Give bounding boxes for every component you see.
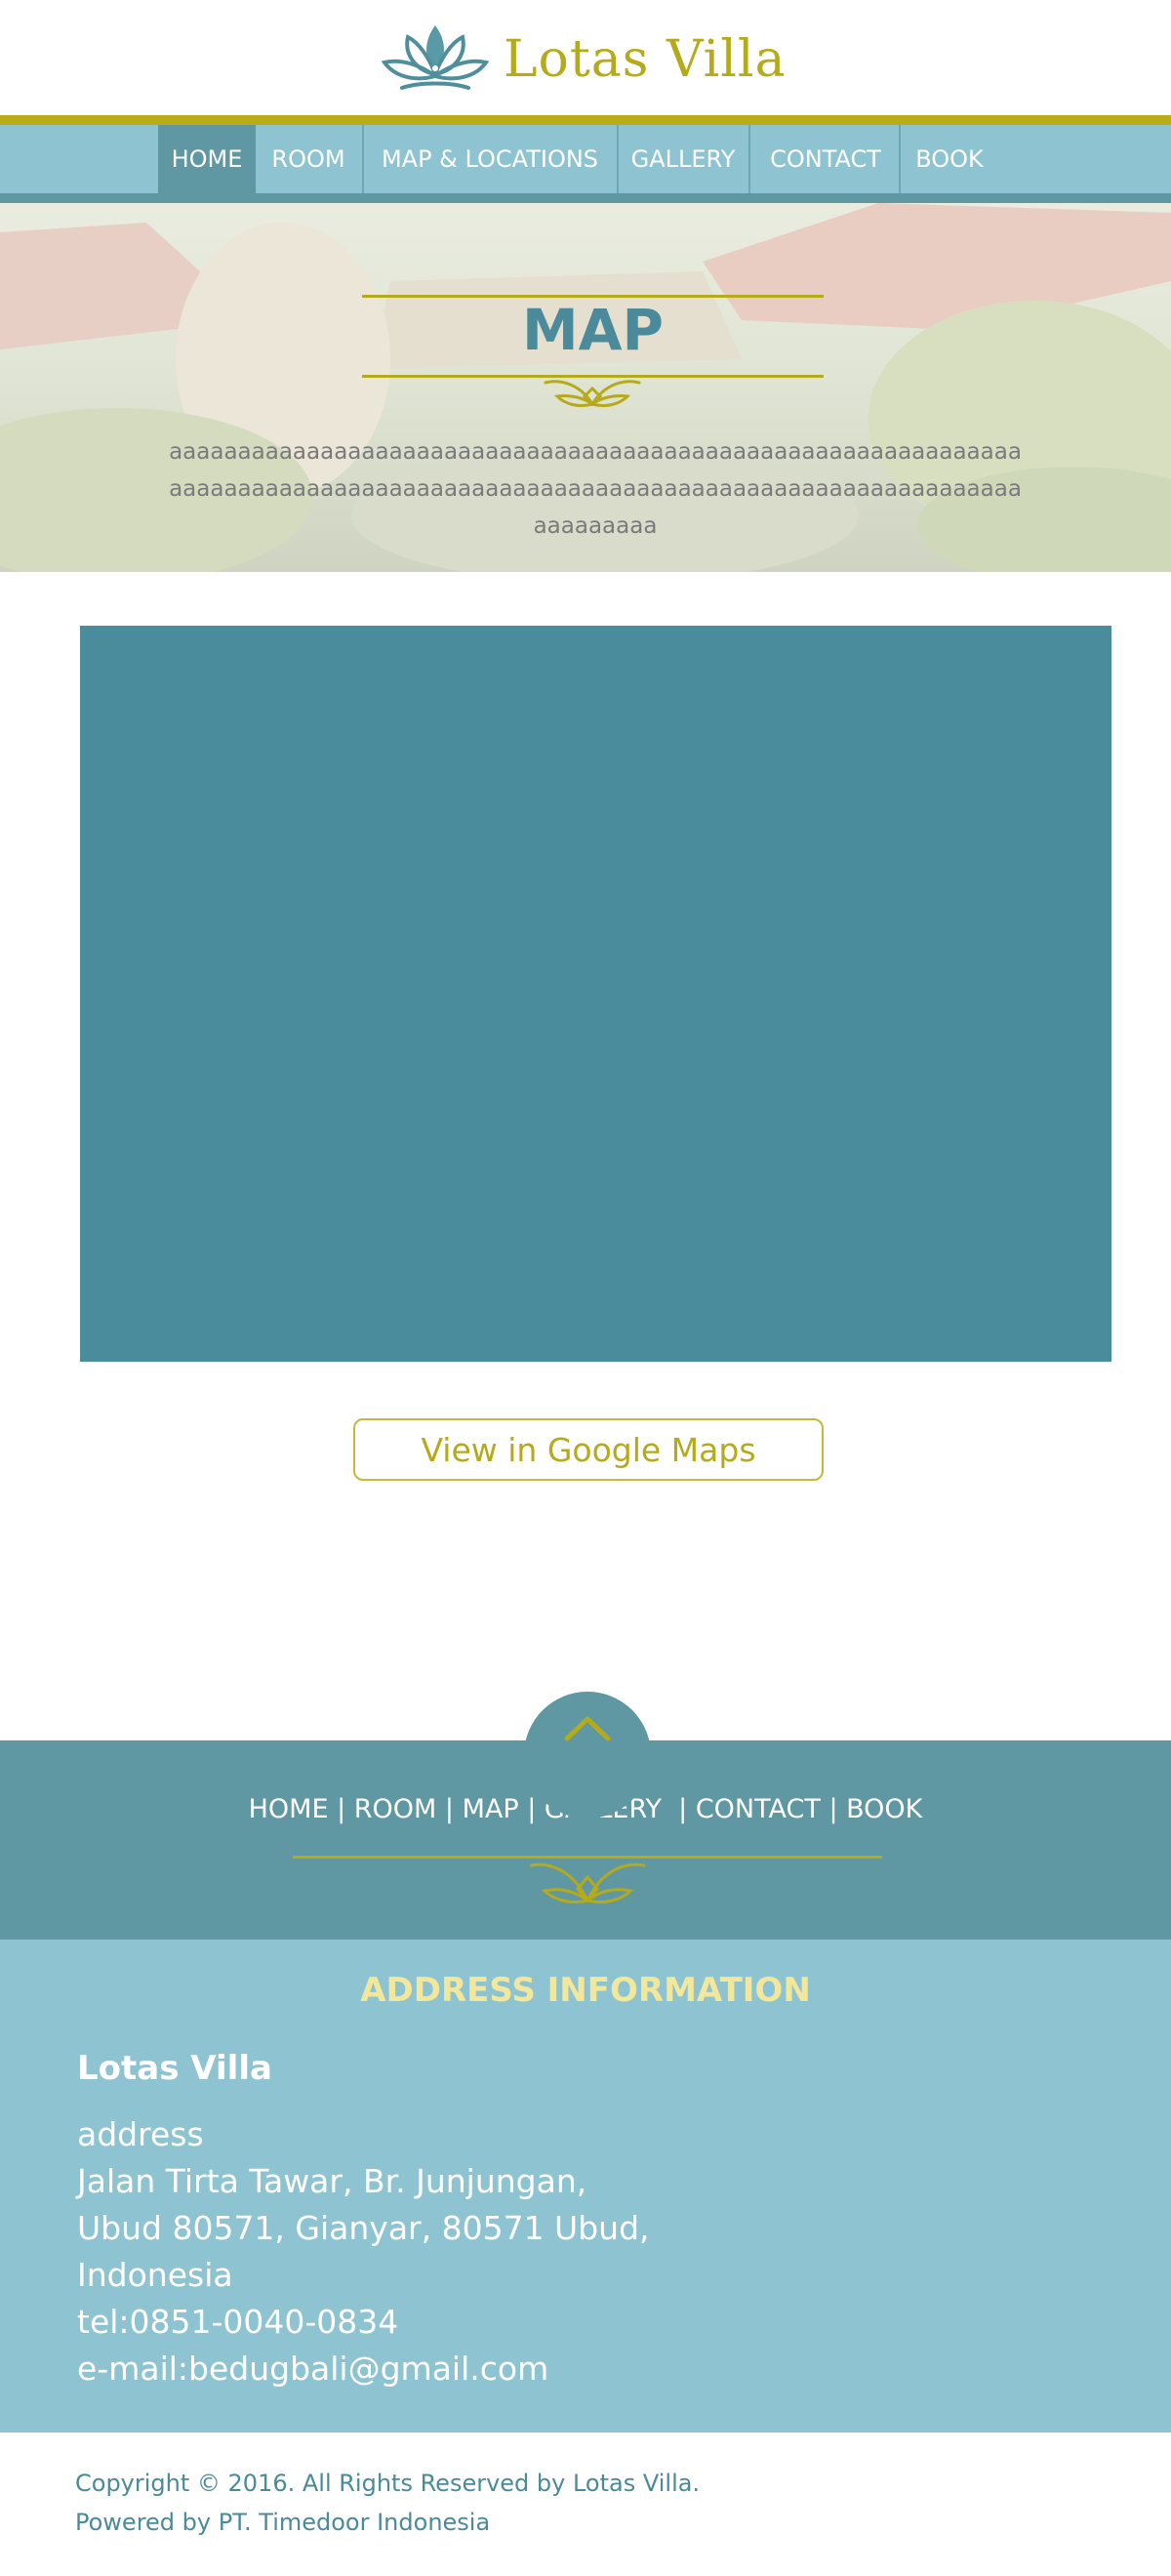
site-header: Lotas Villa (0, 0, 1171, 115)
powered-by-line: Powered by PT. Timedoor Indonesia (75, 2509, 491, 2536)
chevron-up-icon (564, 1716, 611, 1741)
view-google-maps-button[interactable]: View in Google Maps (353, 1418, 824, 1481)
copyright: Copyright © 2016. All Rights Reserved by… (75, 2464, 700, 2542)
address-phone[interactable]: tel:0851-0040-0834 (77, 2299, 650, 2346)
nav-item-gallery[interactable]: GALLERY (619, 125, 747, 193)
address-line-1: Jalan Tirta Tawar, Br. Junjungan, (77, 2162, 587, 2200)
hero-banner: MAP aaaaaaaaaaaaaaaaaaaaaaaaaaaaaaaaaaaa… (0, 203, 1171, 572)
nav-item-map-locations[interactable]: MAP & LOCATIONS (364, 125, 616, 193)
address-label: address (77, 2115, 204, 2153)
logo[interactable]: Lotas Villa (381, 18, 786, 101)
nav-item-home[interactable]: HOME (158, 125, 256, 193)
address-details: address Jalan Tirta Tawar, Br. Junjungan… (77, 2111, 650, 2392)
page-title: MAP (521, 297, 665, 363)
lotus-icon (381, 24, 490, 90)
main-nav: HOME ROOM MAP & LOCATIONS GALLERY CONTAC… (0, 125, 1171, 193)
nav-item-book[interactable]: BOOK (901, 125, 998, 193)
hero-description: aaaaaaaaaaaaaaaaaaaaaaaaaaaaaaaaaaaaaaaa… (169, 439, 1022, 539)
address-heading: ADDRESS INFORMATION (360, 1971, 811, 2010)
scroll-to-top-button[interactable] (524, 1692, 651, 1819)
address-section: ADDRESS INFORMATION Lotas Villa address … (0, 1940, 1171, 2433)
nav-item-contact[interactable]: CONTACT (750, 125, 901, 193)
address-villa-name: Lotas Villa (77, 2049, 272, 2088)
logo-text: Lotas Villa (504, 29, 787, 89)
nav-item-room[interactable]: ROOM (256, 125, 361, 193)
nav-bottom-border (0, 193, 1171, 203)
ornament-icon (544, 380, 641, 408)
address-line-3: Indonesia (77, 2256, 233, 2294)
ornament-icon (529, 1862, 646, 1904)
map-embed[interactable] (80, 626, 1111, 1362)
nav-top-border (0, 115, 1171, 125)
address-email[interactable]: e-mail:bedugbali@gmail.com (77, 2346, 650, 2392)
address-line-2: Ubud 80571, Gianyar, 80571 Ubud, (77, 2209, 650, 2247)
copyright-line: Copyright © 2016. All Rights Reserved by… (75, 2470, 701, 2497)
